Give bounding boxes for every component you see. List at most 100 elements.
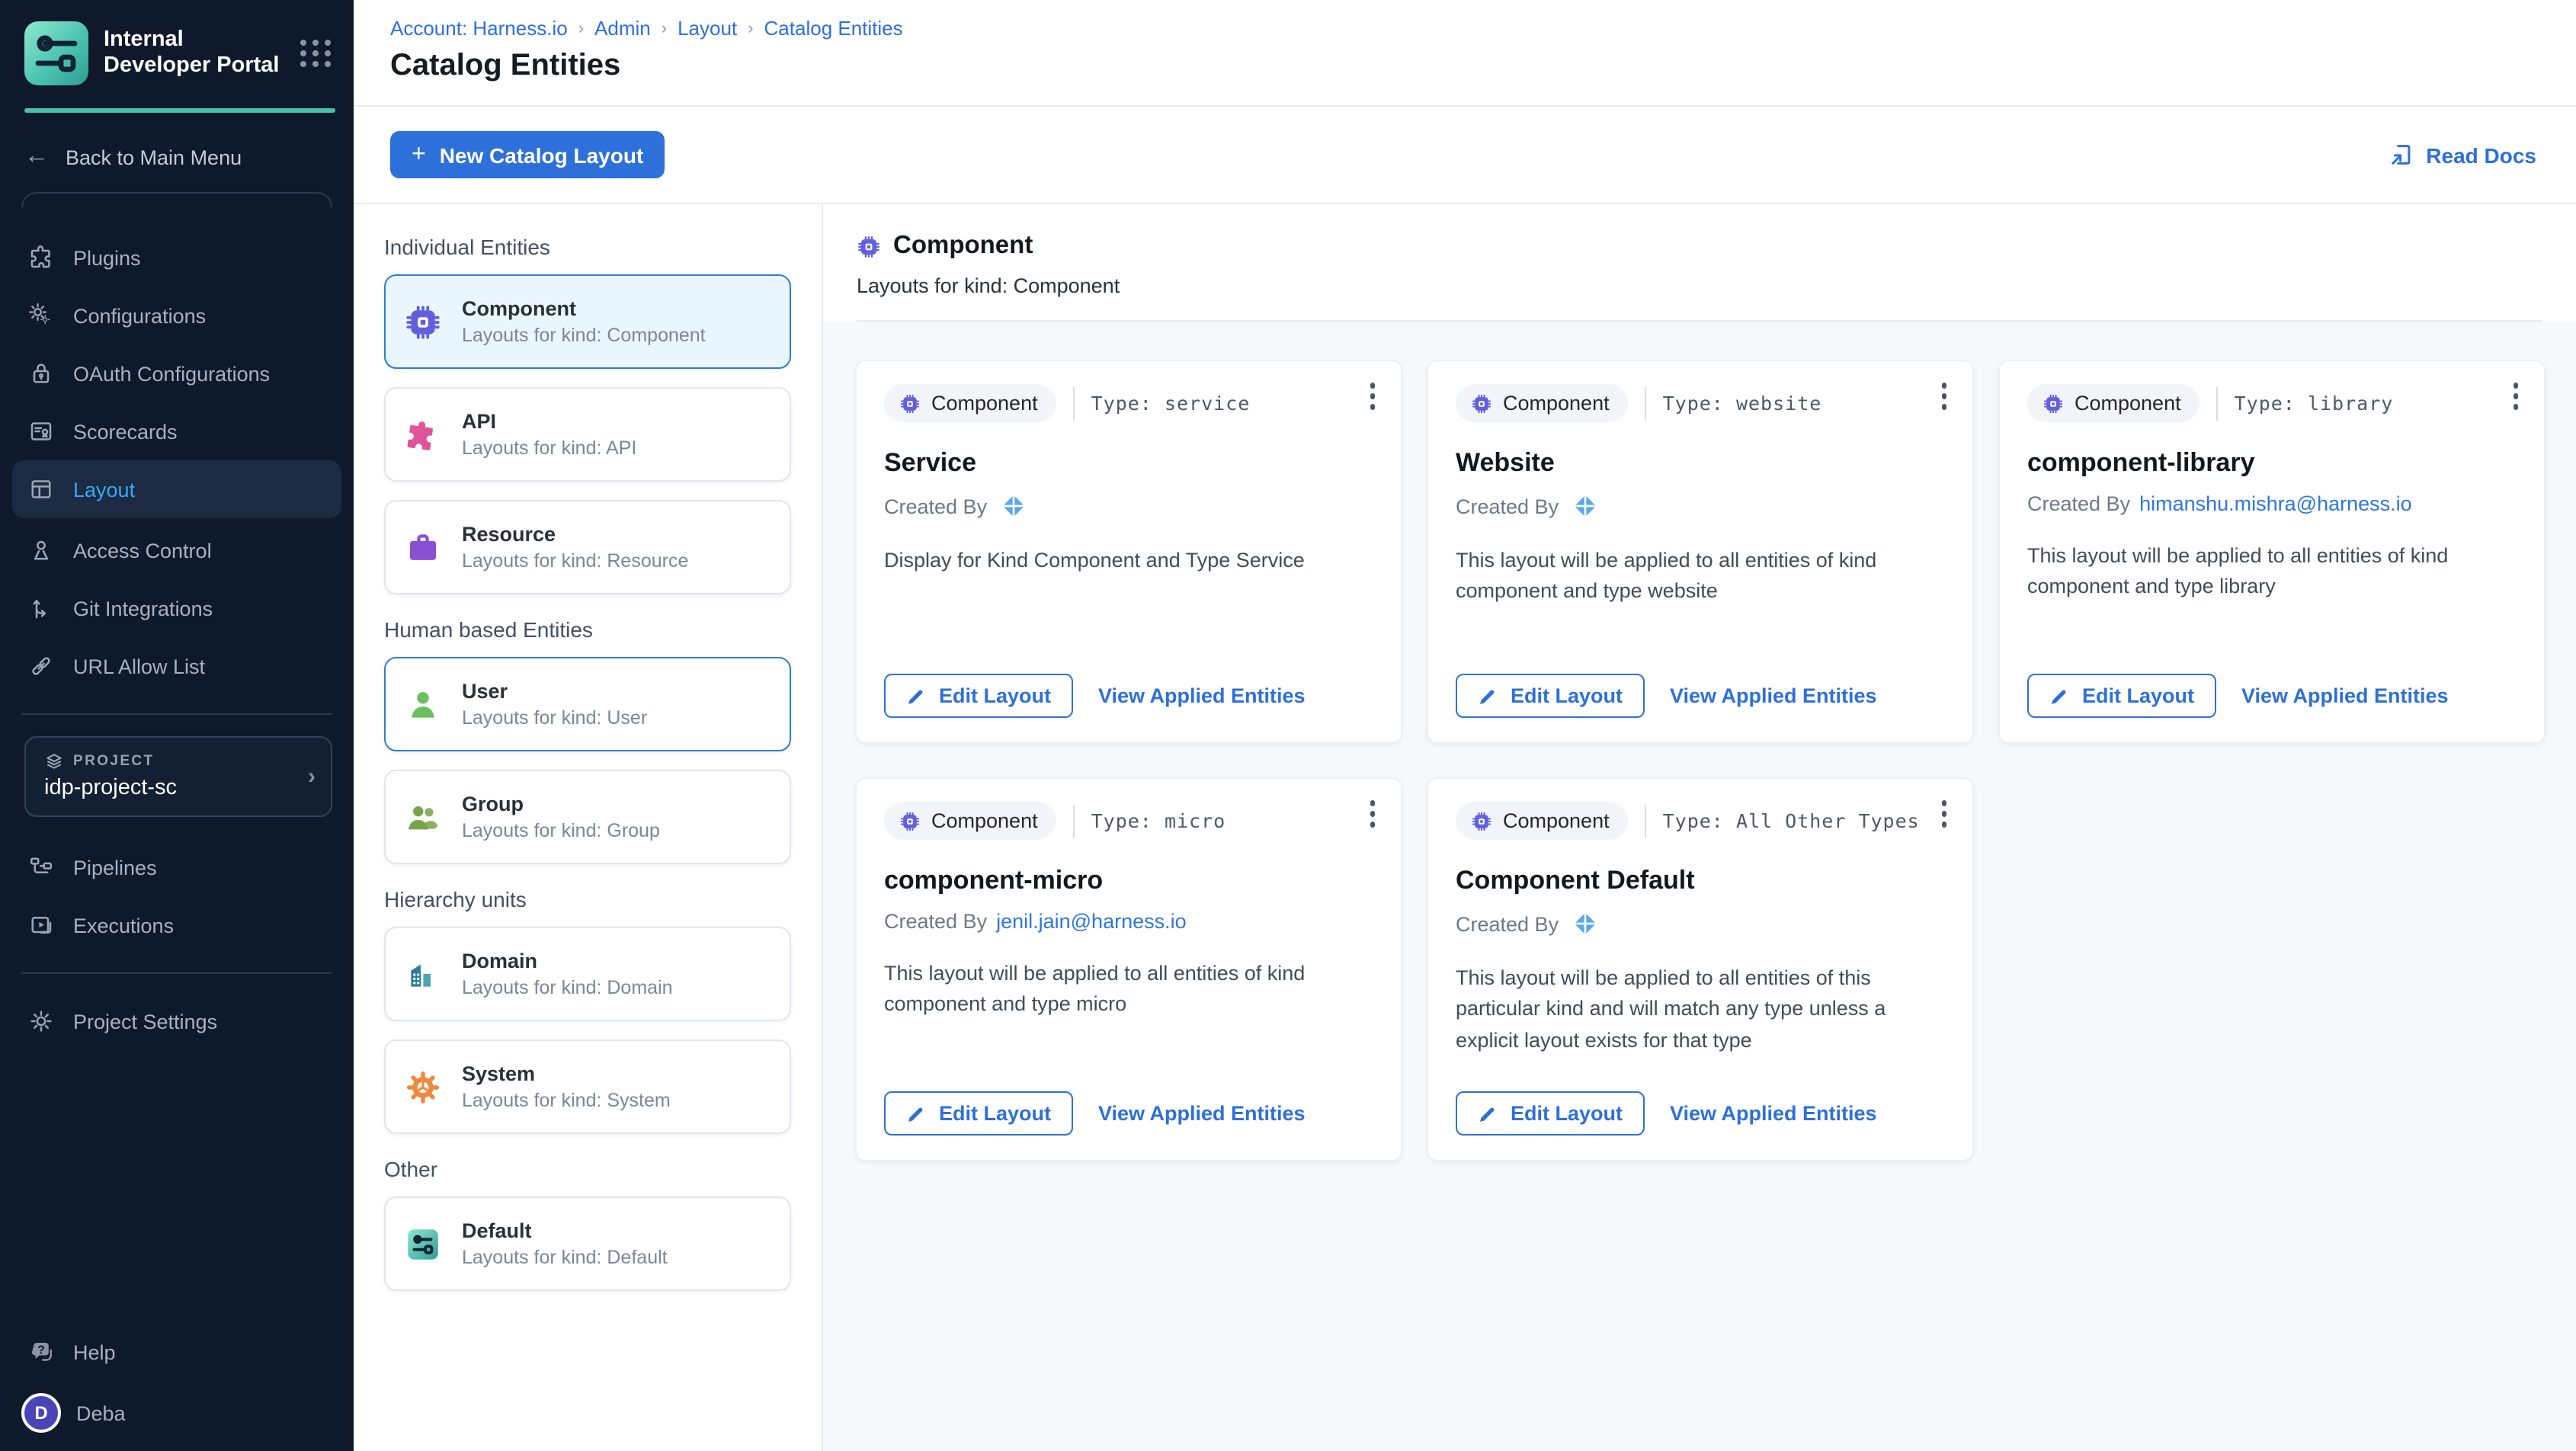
entity-kind-item-component[interactable]: ComponentLayouts for kind: Component — [384, 274, 791, 369]
entity-kind-item-group[interactable]: GroupLayouts for kind: Group — [384, 770, 791, 864]
card-menu-kebab-icon[interactable] — [1366, 380, 1378, 412]
card-menu-kebab-icon[interactable] — [1938, 797, 1950, 830]
user-menu[interactable]: D Deba — [0, 1381, 354, 1433]
sidebar-item-plugins[interactable]: Plugins — [0, 229, 354, 287]
entity-kind-name: Component — [462, 297, 706, 320]
created-by-user-link[interactable]: himanshu.mishra@harness.io — [2139, 492, 2412, 515]
sidebar-item-label: Project Settings — [73, 1010, 217, 1033]
card-menu-kebab-icon[interactable] — [1938, 380, 1950, 412]
card-footer: Edit Layout View Applied Entities — [1456, 652, 1945, 718]
card-type-label: Type: — [1663, 809, 1724, 832]
app-grid-icon[interactable] — [300, 40, 332, 67]
view-applied-entities-link[interactable]: View Applied Entities — [1670, 684, 1877, 707]
access-control-icon — [27, 537, 55, 564]
sidebar-item-label: Scorecards — [73, 420, 178, 443]
entity-kind-text: ResourceLayouts for kind: Resource — [462, 523, 688, 572]
kind-subtitle: Layouts for kind: Component — [857, 274, 2542, 297]
sidebar-item-configurations[interactable]: Configurations — [0, 287, 354, 344]
kind-title: Component — [893, 232, 1033, 261]
sidebar-item-pipelines[interactable]: Pipelines — [0, 838, 354, 896]
configurations-icon — [27, 302, 55, 329]
harness-icon — [999, 492, 1027, 520]
created-by-user-link[interactable]: jenil.jain@harness.io — [996, 910, 1187, 933]
new-catalog-layout-button[interactable]: + New Catalog Layout — [390, 131, 665, 178]
main-column: Account: Harness.io›Admin›Layout›Catalog… — [354, 0, 2576, 1451]
card-menu-kebab-icon[interactable] — [2510, 380, 2521, 412]
sidebar-item-label: OAuth Configurations — [73, 362, 270, 385]
entity-kind-name: Default — [462, 1219, 668, 1242]
pencil-icon — [2049, 685, 2070, 706]
read-docs-link[interactable]: Read Docs — [2388, 142, 2536, 168]
layout-card-description: This layout will be applied to all entit… — [1456, 546, 1945, 607]
view-applied-entities-link[interactable]: View Applied Entities — [1098, 684, 1306, 707]
created-by-label: Created By — [1456, 495, 1559, 517]
sidebar-item-label: Configurations — [73, 304, 206, 327]
layout-card-title: Component Default — [1456, 866, 1945, 896]
svg-text:?: ? — [37, 1344, 45, 1357]
entity-group-label: Individual Entities — [384, 235, 791, 259]
entity-kind-item-domain[interactable]: DomainLayouts for kind: Domain — [384, 927, 791, 1021]
breadcrumb-link[interactable]: Layout — [678, 17, 737, 40]
breadcrumb-separator-icon: › — [662, 19, 667, 37]
card-footer: Edit Layout View Applied Entities — [884, 1070, 1373, 1135]
layout-card: ComponentType: All Other Types Component … — [1428, 779, 1972, 1160]
breadcrumb-link[interactable]: Catalog Entities — [764, 17, 903, 40]
help-button[interactable]: ? Help — [0, 1323, 354, 1381]
layout-card-title: component-micro — [884, 866, 1373, 896]
breadcrumb-link[interactable]: Account: Harness.io — [390, 17, 568, 40]
card-menu-kebab-icon[interactable] — [1366, 797, 1378, 830]
user-icon — [404, 685, 442, 723]
layout-card-description: Display for Kind Component and Type Serv… — [884, 546, 1373, 577]
entity-kind-item-resource[interactable]: ResourceLayouts for kind: Resource — [384, 500, 791, 594]
group-icon — [404, 798, 442, 836]
sidebar-item-oauth-configurations[interactable]: OAuth Configurations — [0, 344, 354, 402]
sidebar-item-git-integrations[interactable]: Git Integrations — [0, 579, 354, 637]
edit-layout-button[interactable]: Edit Layout — [884, 1091, 1072, 1135]
edit-layout-button[interactable]: Edit Layout — [884, 674, 1072, 718]
entity-kind-item-api[interactable]: APILayouts for kind: API — [384, 387, 791, 482]
project-selector[interactable]: PROJECT idp-project-sc › — [24, 736, 332, 817]
card-badge-row: ComponentType: All Other Types — [1456, 802, 1945, 840]
sidebar-item-scorecards[interactable]: Scorecards — [0, 402, 354, 460]
card-type: Type: All Other Types — [1663, 809, 1920, 832]
view-applied-entities-link[interactable]: View Applied Entities — [2241, 684, 2449, 707]
component-icon — [404, 303, 442, 341]
component-icon — [1471, 392, 1492, 414]
edit-layout-button[interactable]: Edit Layout — [2027, 674, 2216, 718]
layout-card-description: This layout will be applied to all entit… — [1456, 963, 1945, 1056]
back-to-main-menu[interactable]: ← Back to Main Menu — [0, 143, 354, 171]
app-title: Internal Developer Portal — [104, 27, 285, 80]
sidebar-item-layout[interactable]: Layout — [12, 460, 341, 518]
entity-kind-item-system[interactable]: SystemLayouts for kind: System — [384, 1039, 791, 1134]
sidebar-item-access-control[interactable]: Access Control — [0, 521, 354, 579]
badge-type-divider — [1645, 804, 1646, 838]
git-integrations-icon — [27, 594, 55, 622]
card-badge-row: ComponentType: micro — [884, 802, 1373, 840]
page-title: Catalog Entities — [390, 49, 2539, 84]
entity-group-label: Other — [384, 1157, 791, 1181]
layout-card-description: This layout will be applied to all entit… — [884, 959, 1373, 1020]
sidebar-item-project-settings[interactable]: Project Settings — [0, 992, 354, 1050]
sidebar-item-url-allow-list[interactable]: URL Allow List — [0, 637, 354, 695]
edit-layout-label: Edit Layout — [1511, 684, 1623, 707]
idp-logo-icon — [24, 21, 88, 85]
edit-layout-button[interactable]: Edit Layout — [1456, 674, 1644, 718]
layout-cards-region: ComponentType: serviceServiceCreated ByD… — [823, 322, 2576, 1451]
oauth-icon — [27, 360, 55, 387]
kind-badge: Component — [1456, 384, 1628, 422]
view-applied-entities-link[interactable]: View Applied Entities — [1098, 1102, 1306, 1125]
sidebar-item-executions[interactable]: Executions — [0, 896, 354, 954]
view-applied-entities-link[interactable]: View Applied Entities — [1670, 1102, 1877, 1125]
entity-kind-item-default[interactable]: DefaultLayouts for kind: Default — [384, 1196, 791, 1291]
badge-type-divider — [2216, 386, 2218, 420]
card-type-value: micro — [1165, 809, 1226, 832]
card-badge-row: ComponentType: library — [2027, 384, 2517, 422]
edit-layout-button[interactable]: Edit Layout — [1456, 1091, 1644, 1135]
card-type-label: Type: — [1663, 392, 1724, 415]
breadcrumb-link[interactable]: Admin — [594, 17, 651, 40]
avatar: D — [21, 1393, 61, 1433]
entity-kind-name: System — [462, 1062, 671, 1085]
entity-kind-item-user[interactable]: UserLayouts for kind: User — [384, 657, 791, 751]
component-icon — [857, 234, 881, 258]
sidebar-nav-access: Access ControlGit IntegrationsURL Allow … — [0, 521, 354, 695]
